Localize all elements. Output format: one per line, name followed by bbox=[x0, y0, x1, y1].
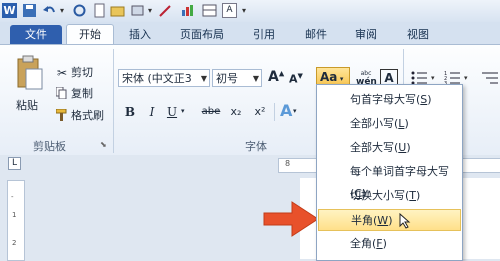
tab-file[interactable]: 文件 bbox=[10, 25, 62, 44]
subscript-button[interactable]: x₂ bbox=[226, 102, 246, 122]
multilevel-list-icon[interactable] bbox=[480, 70, 500, 86]
group-separator bbox=[403, 49, 404, 89]
shrink-font-button[interactable]: A▼ bbox=[289, 72, 303, 86]
font-name-combo[interactable]: 宋体 (中文正3 ▼ bbox=[118, 69, 210, 87]
menu-item-lowercase[interactable]: 全部小写(L) bbox=[318, 113, 461, 135]
red-arrow-annotation bbox=[262, 199, 322, 239]
paste-icon[interactable] bbox=[14, 55, 44, 93]
chevron-down-icon[interactable]: ▼ bbox=[201, 70, 207, 88]
text-effects-dropdown-icon[interactable]: ▾ bbox=[293, 107, 297, 115]
font-name-value: 宋体 (中文正3 bbox=[122, 72, 192, 85]
group-separator bbox=[113, 49, 114, 153]
text-box-icon[interactable]: A bbox=[222, 3, 237, 18]
tab-review[interactable]: 审阅 bbox=[348, 26, 384, 44]
ruler-mark: - bbox=[11, 193, 14, 201]
font-size-value: 初号 bbox=[216, 72, 238, 85]
underline-dropdown-icon[interactable]: ▾ bbox=[181, 107, 185, 115]
clipboard-group-label: 剪贴板 bbox=[33, 140, 66, 153]
text-effects-icon[interactable]: A bbox=[280, 101, 292, 120]
tab-references[interactable]: 引用 bbox=[246, 26, 282, 44]
format-painter-button[interactable]: 格式刷 bbox=[71, 106, 104, 126]
svg-text:▾: ▾ bbox=[464, 74, 468, 82]
save-icon[interactable] bbox=[22, 3, 37, 18]
ruler-mark: 2 bbox=[12, 239, 17, 247]
vertical-ruler[interactable]: - 1 2 bbox=[7, 180, 25, 261]
word-app-icon[interactable]: W bbox=[2, 3, 17, 18]
paste-button[interactable]: 粘贴 bbox=[16, 96, 38, 116]
copy-icon bbox=[55, 86, 67, 100]
chart-icon[interactable] bbox=[180, 3, 195, 18]
cut-button[interactable]: 剪切 bbox=[71, 63, 93, 83]
font-size-combo[interactable]: 初号 ▼ bbox=[212, 69, 262, 87]
clipboard-launcher-icon[interactable]: ⬊ bbox=[100, 140, 107, 149]
tab-page-layout[interactable]: 页面布局 bbox=[170, 26, 234, 44]
font-group-label: 字体 bbox=[245, 140, 267, 153]
superscript-button[interactable]: x² bbox=[250, 102, 270, 122]
menu-item-toggle-case[interactable]: 切换大小写(T) bbox=[318, 185, 461, 207]
tab-view[interactable]: 视图 bbox=[400, 26, 436, 44]
redo-icon[interactable] bbox=[72, 3, 87, 18]
strikethrough-button[interactable]: abe bbox=[198, 102, 224, 122]
format-painter-icon bbox=[55, 108, 68, 121]
print-preview-icon[interactable] bbox=[130, 3, 145, 18]
tab-selector-button[interactable]: L bbox=[8, 157, 21, 170]
grow-font-button[interactable]: A▲ bbox=[268, 69, 284, 85]
menu-item-half-width[interactable]: 半角(W) bbox=[318, 209, 461, 231]
bold-button[interactable]: B bbox=[120, 102, 140, 122]
open-folder-icon[interactable] bbox=[110, 3, 125, 18]
quick-access-toolbar: W ▾ ▾ A ▾ bbox=[0, 0, 500, 23]
menu-item-uppercase[interactable]: 全部大写(U) bbox=[318, 137, 461, 159]
copy-button[interactable]: 复制 bbox=[71, 84, 93, 104]
italic-button[interactable]: I bbox=[142, 102, 162, 122]
tab-home[interactable]: 开始 bbox=[66, 24, 114, 45]
ribbon-tab-row: 文件 开始 插入 页面布局 引用 邮件 审阅 视图 bbox=[0, 22, 500, 45]
edit-icon[interactable] bbox=[158, 3, 173, 18]
change-case-menu: 句首字母大写(S) 全部小写(L) 全部大写(U) 每个单词首字母大写(C) 切… bbox=[316, 84, 463, 261]
svg-text:▾: ▾ bbox=[431, 74, 435, 82]
cut-icon: ✂ bbox=[57, 66, 68, 80]
menu-item-capitalize-each-word[interactable]: 每个单词首字母大写(C) bbox=[318, 161, 461, 200]
ruler-mark: 8 bbox=[285, 159, 291, 168]
menu-item-full-width[interactable]: 全角(F) bbox=[318, 233, 461, 255]
chevron-down-icon[interactable]: ▼ bbox=[253, 70, 259, 88]
ruler-mark: 1 bbox=[12, 211, 17, 219]
underline-button[interactable]: U bbox=[162, 102, 182, 122]
tab-insert[interactable]: 插入 bbox=[122, 26, 158, 44]
tab-mailings[interactable]: 邮件 bbox=[298, 26, 334, 44]
menu-item-sentence-case[interactable]: 句首字母大写(S) bbox=[318, 89, 461, 111]
table-icon[interactable] bbox=[202, 3, 217, 18]
customize-qat-icon[interactable]: ▾ bbox=[242, 3, 257, 18]
undo-icon[interactable] bbox=[42, 3, 57, 18]
group-separator bbox=[274, 103, 275, 121]
new-document-icon[interactable] bbox=[92, 3, 107, 18]
